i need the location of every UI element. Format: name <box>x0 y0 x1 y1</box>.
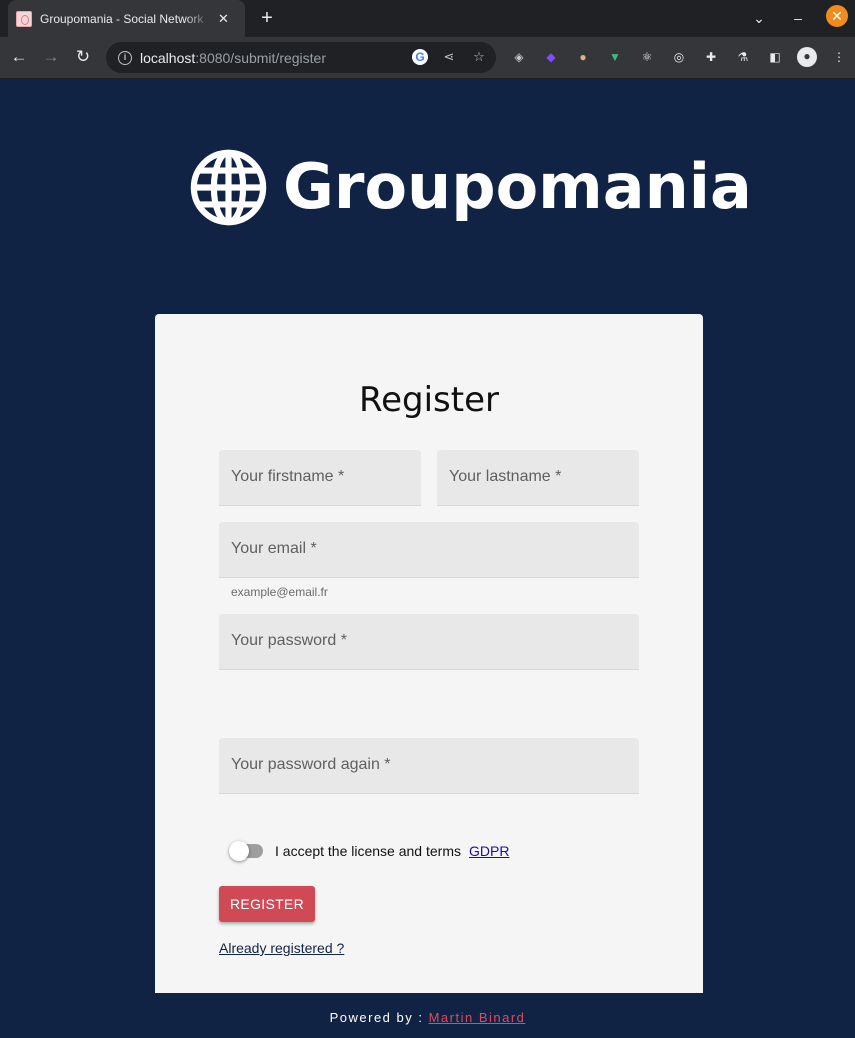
share-icon[interactable]: ⋖ <box>440 48 458 66</box>
firstname-placeholder: Your firstname * <box>231 468 345 485</box>
password-again-placeholder: Your password again * <box>231 756 391 773</box>
page-title: Register <box>359 380 499 420</box>
register-button[interactable]: REGISTER <box>219 886 315 922</box>
tab-search-chevron-icon[interactable]: ⌄ <box>747 6 771 30</box>
url-path: :8080/submit/register <box>195 49 326 66</box>
site-favicon-icon <box>16 10 32 27</box>
window-close-button[interactable]: ✕ <box>826 5 848 27</box>
url-host: localhost <box>140 49 196 66</box>
firstname-field[interactable]: Your firstname * <box>219 450 421 506</box>
forward-arrow-icon[interactable]: → <box>40 46 62 68</box>
tab-close-icon[interactable]: ✕ <box>218 11 229 27</box>
profile-avatar-icon[interactable]: ● <box>797 47 817 67</box>
password-placeholder: Your password * <box>231 632 347 649</box>
browser-toolbar: ← → ↻ i localhost:8080/submit/register G… <box>0 37 855 79</box>
vue-devtools-icon[interactable]: ▼ <box>606 48 624 66</box>
lastname-placeholder: Your lastname * <box>449 468 562 485</box>
email-hint: example@email.fr <box>231 585 328 599</box>
terms-toggle[interactable] <box>229 841 265 861</box>
globe-icon <box>190 149 267 225</box>
groupomania-logo: Groupomania <box>190 148 752 226</box>
toggle-thumb <box>229 841 249 861</box>
google-lens-icon[interactable]: G <box>412 49 428 65</box>
gdpr-link[interactable]: GDPR <box>469 843 509 859</box>
address-bar[interactable]: i localhost:8080/submit/register G ⋖ ☆ <box>106 42 496 73</box>
labs-flask-icon[interactable]: ⚗ <box>734 48 752 66</box>
email-placeholder: Your email * <box>231 540 317 557</box>
password-again-field[interactable]: Your password again * <box>219 738 639 794</box>
extensions-puzzle-icon[interactable]: ✚ <box>702 48 720 66</box>
register-card: Register Your firstname * Your lastname … <box>155 314 703 993</box>
browser-tab-strip: Groupomania - Social Network ✕ + ⌄ – ✕ <box>0 0 855 37</box>
already-registered-link[interactable]: Already registered ? <box>219 940 344 956</box>
lastname-field[interactable]: Your lastname * <box>437 450 639 506</box>
tab-title: Groupomania - Social Network <box>40 11 204 26</box>
terms-row: I accept the license and terms GDPR <box>229 841 509 861</box>
email-field[interactable]: Your email * <box>219 522 639 578</box>
ublock-extension-icon[interactable]: ◈ <box>510 48 528 66</box>
site-info-icon[interactable]: i <box>118 50 132 65</box>
terms-label: I accept the license and terms <box>275 843 461 859</box>
layers-extension-icon[interactable]: ◆ <box>542 48 560 66</box>
browser-tab[interactable]: Groupomania - Social Network ✕ <box>8 0 245 37</box>
password-field[interactable]: Your password * <box>219 614 639 670</box>
minimize-button[interactable]: – <box>786 6 810 30</box>
target-extension-icon[interactable]: ◎ <box>670 48 688 66</box>
footer-prefix: Powered by : <box>329 1010 424 1025</box>
new-tab-button[interactable]: + <box>257 7 277 29</box>
logo-wordmark: Groupomania <box>283 150 752 223</box>
back-arrow-icon[interactable]: ← <box>8 46 30 68</box>
side-panel-icon[interactable]: ◧ <box>766 48 784 66</box>
reload-icon[interactable]: ↻ <box>72 46 94 68</box>
footer: Powered by : Martin Binard <box>0 1010 855 1025</box>
menu-kebab-icon[interactable]: ⋮ <box>830 48 848 66</box>
react-devtools-icon[interactable]: ⚛ <box>638 48 656 66</box>
author-link[interactable]: Martin Binard <box>429 1010 526 1025</box>
avatar-extension-icon[interactable]: ● <box>574 48 592 66</box>
bookmark-star-icon[interactable]: ☆ <box>470 48 488 66</box>
